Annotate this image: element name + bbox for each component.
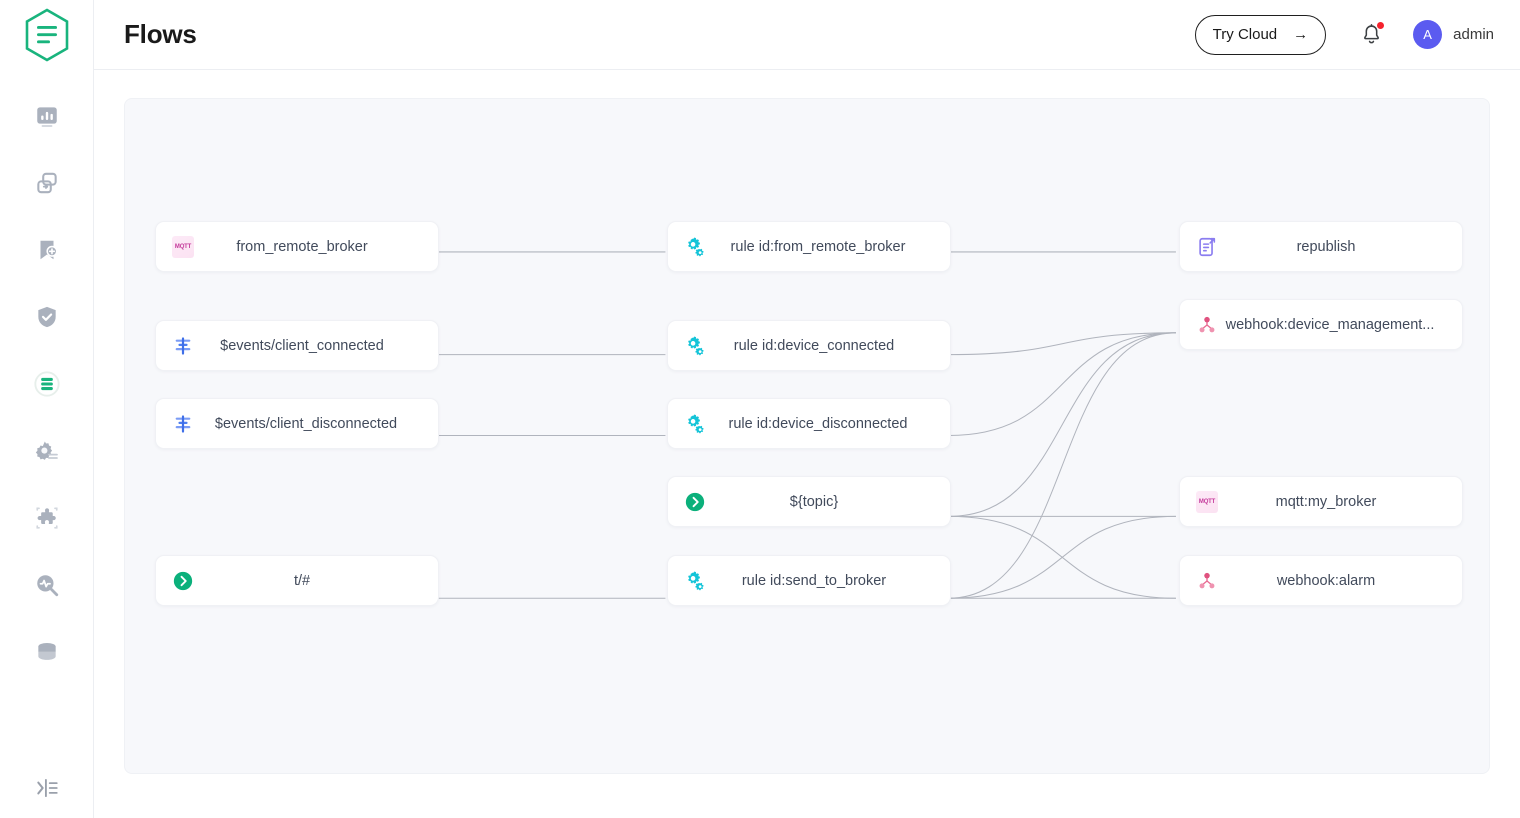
flow-node[interactable]: rule id:send_to_broker bbox=[667, 555, 951, 606]
flow-node[interactable]: MQTT mqtt:my_broker bbox=[1179, 476, 1463, 527]
flow-node[interactable]: $events/client_disconnected bbox=[155, 398, 439, 449]
webhook-node-icon bbox=[1199, 316, 1215, 332]
topbar: Flows Try Cloud → A admin bbox=[94, 0, 1520, 70]
topic-arrow-icon bbox=[173, 571, 193, 590]
flow-node-label: rule id:device_connected bbox=[733, 337, 895, 354]
flow-edge bbox=[948, 332, 1176, 436]
flow-node-label: rule id:send_to_broker bbox=[741, 572, 887, 589]
webhook-node-icon bbox=[1199, 572, 1215, 588]
sidebar-item-topics[interactable] bbox=[0, 216, 94, 283]
flow-node-label: $events/client_connected bbox=[220, 337, 384, 354]
flow-node-icon bbox=[1194, 234, 1220, 260]
sidebar bbox=[0, 0, 94, 818]
topics-bookmark-add-icon bbox=[40, 240, 58, 259]
flow-node-icon: MQTT bbox=[1194, 489, 1220, 515]
flow-node-label: t/# bbox=[293, 572, 311, 589]
flow-node-icon bbox=[682, 568, 708, 594]
rule-gears-icon bbox=[688, 414, 704, 433]
sidebar-expand-icon bbox=[37, 778, 58, 798]
flow-node-icon bbox=[170, 568, 196, 594]
flows-stack-icon bbox=[33, 370, 60, 397]
flow-edge bbox=[948, 332, 1176, 599]
flow-node-label: mqtt:my_broker bbox=[1275, 493, 1377, 510]
flow-node-label: rule id:from_remote_broker bbox=[730, 238, 906, 255]
user-name[interactable]: admin bbox=[1453, 26, 1494, 43]
sidebar-collapse-toggle[interactable] bbox=[0, 758, 94, 818]
flow-node[interactable]: rule id:device_disconnected bbox=[667, 398, 951, 449]
flow-node-icon bbox=[682, 333, 708, 359]
flow-node[interactable]: webhook:device_management... bbox=[1179, 299, 1463, 350]
flow-node-label: rule id:device_disconnected bbox=[728, 415, 908, 432]
flow-node-label: republish bbox=[1296, 238, 1356, 255]
sidebar-item-access-control[interactable] bbox=[0, 283, 94, 350]
arrow-right-icon: → bbox=[1293, 26, 1309, 43]
extensions-puzzle-icon bbox=[35, 506, 58, 529]
flow-node[interactable]: $events/client_connected bbox=[155, 320, 439, 371]
event-lines-icon bbox=[175, 336, 191, 355]
app-logo[interactable] bbox=[0, 0, 93, 70]
flow-node-icon bbox=[1194, 568, 1220, 594]
mqtt-badge-icon: MQTT bbox=[1196, 490, 1218, 513]
flow-node-icon bbox=[1194, 312, 1220, 338]
flow-edge bbox=[948, 515, 1176, 599]
flow-edge bbox=[948, 332, 1176, 517]
sidebar-item-management[interactable] bbox=[0, 417, 94, 484]
rule-gears-icon bbox=[688, 336, 704, 355]
flow-node-icon bbox=[682, 489, 708, 515]
rule-gears-icon bbox=[688, 571, 704, 590]
event-lines-icon bbox=[175, 414, 191, 433]
data-integration-database-icon bbox=[37, 642, 56, 660]
try-cloud-button[interactable]: Try Cloud → bbox=[1194, 14, 1327, 55]
avatar[interactable]: A bbox=[1413, 20, 1443, 49]
flow-node-label: webhook:device_management... bbox=[1225, 316, 1435, 333]
flow-node-label: from_remote_broker bbox=[236, 238, 368, 255]
management-gear-icon bbox=[35, 440, 58, 460]
sidebar-item-flows[interactable] bbox=[0, 350, 94, 417]
main-area: Flows Try Cloud → A admin MQTT from_remo… bbox=[94, 0, 1520, 818]
flow-node-label: webhook:alarm bbox=[1276, 572, 1376, 589]
rule-gears-icon bbox=[688, 237, 704, 256]
flow-node[interactable]: webhook:alarm bbox=[1179, 555, 1463, 606]
page-title: Flows bbox=[124, 19, 197, 49]
sidebar-item-extensions[interactable] bbox=[0, 484, 94, 551]
emqx-hexagon-logo-icon bbox=[25, 8, 68, 62]
topic-arrow-icon bbox=[685, 492, 705, 511]
flow-node-icon: MQTT bbox=[170, 234, 196, 260]
flow-node-icon bbox=[170, 411, 196, 437]
sidebar-item-clients[interactable] bbox=[0, 149, 94, 216]
flow-node[interactable]: rule id:device_connected bbox=[667, 320, 951, 371]
flow-node-label: ${topic} bbox=[789, 493, 839, 510]
flow-node-icon bbox=[682, 234, 708, 260]
access-control-shield-icon bbox=[37, 306, 56, 327]
flow-node-label: $events/client_disconnected bbox=[214, 415, 398, 432]
app-root: Flows Try Cloud → A admin MQTT from_remo… bbox=[0, 0, 1520, 818]
flow-node[interactable]: rule id:from_remote_broker bbox=[667, 221, 951, 272]
sidebar-item-dashboard[interactable] bbox=[0, 82, 94, 149]
topbar-actions: Try Cloud → A admin bbox=[1194, 14, 1494, 55]
sidebar-item-diagnose[interactable] bbox=[0, 551, 94, 618]
clients-connection-icon bbox=[36, 172, 57, 193]
flow-node-icon bbox=[682, 411, 708, 437]
flow-node[interactable]: republish bbox=[1179, 221, 1463, 272]
try-cloud-label: Try Cloud bbox=[1212, 26, 1278, 43]
mqtt-badge-icon: MQTT bbox=[172, 235, 194, 258]
sidebar-nav bbox=[0, 70, 93, 685]
flow-node[interactable]: MQTT from_remote_broker bbox=[155, 221, 439, 272]
diagnose-magnifier-icon bbox=[36, 574, 58, 596]
sidebar-item-data-integration[interactable] bbox=[0, 618, 94, 685]
flow-canvas[interactable]: MQTT from_remote_broker $events/client_con… bbox=[124, 98, 1490, 774]
flow-node[interactable]: ${topic} bbox=[667, 476, 951, 527]
flow-node-icon bbox=[170, 333, 196, 359]
canvas-wrapper: MQTT from_remote_broker $events/client_con… bbox=[94, 70, 1520, 818]
dashboard-chart-icon bbox=[36, 106, 57, 127]
flow-node[interactable]: t/# bbox=[155, 555, 439, 606]
republish-doc-icon bbox=[1199, 237, 1216, 256]
notifications-button[interactable] bbox=[1360, 22, 1385, 46]
